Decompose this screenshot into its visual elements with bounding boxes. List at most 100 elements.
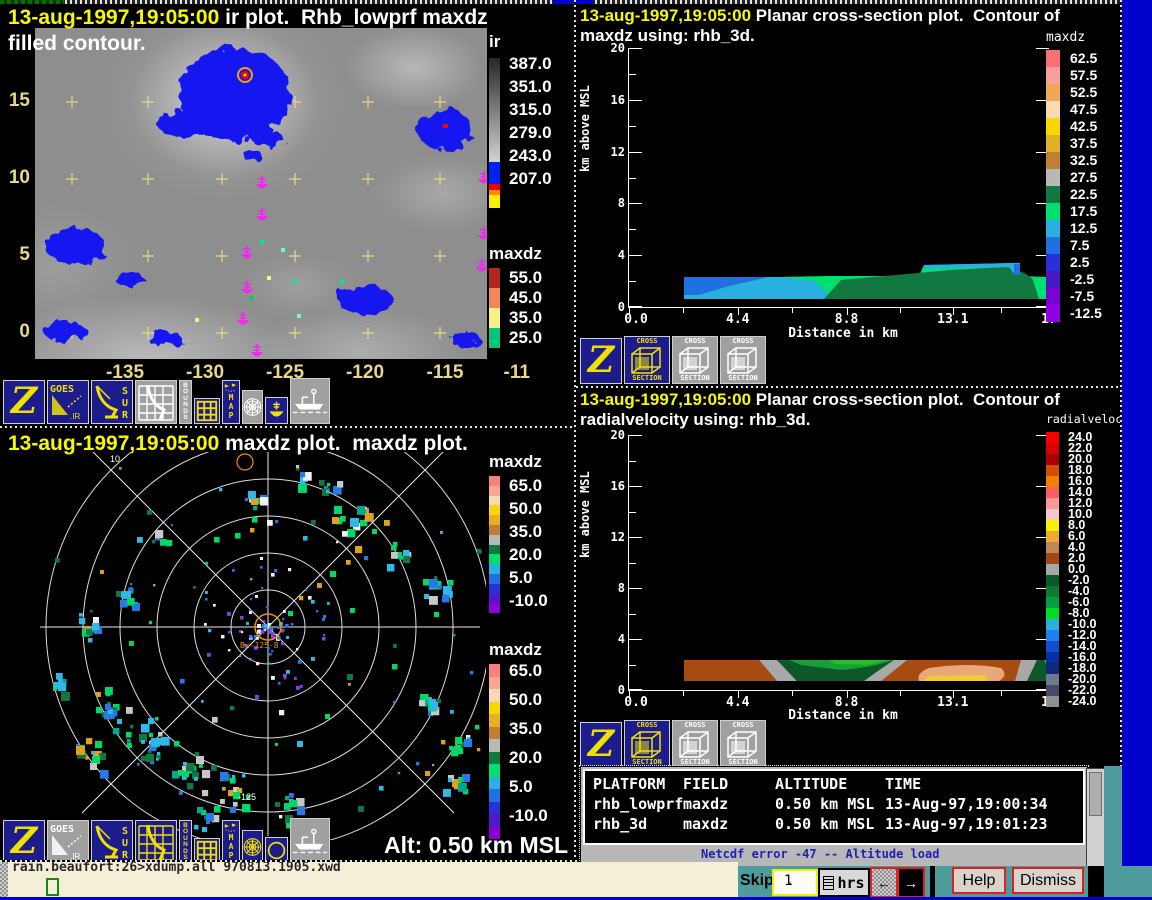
- buoy-marker: [478, 227, 487, 240]
- bounds-button[interactable]: B O U N D S: [179, 380, 192, 424]
- cross-section-button-label-top: CROSS: [684, 338, 705, 345]
- latitude-tick-label: 0: [4, 321, 30, 343]
- satellite-image[interactable]: [35, 28, 487, 359]
- y-axis-tick: [629, 255, 642, 256]
- colorbar-segment: [489, 554, 500, 564]
- colorbar-tick-label: 20.0: [509, 748, 542, 768]
- status-window: PLATFORMFIELDALTITUDETIMErhb_lowprfmaxdz…: [580, 766, 1088, 870]
- colorbar-segment: [1046, 454, 1059, 465]
- cross-section-button[interactable]: CROSSSECTION: [720, 720, 766, 768]
- y-axis-minor-tick: [629, 614, 636, 615]
- zebra-button[interactable]: Z: [580, 722, 622, 768]
- colorbar-tick-label: 279.0: [509, 123, 552, 143]
- colorbar-segment: [1046, 608, 1059, 619]
- polar-button[interactable]: [242, 390, 263, 424]
- xsec-maxdz-plot[interactable]: 2016128400.04.48.813.117: [628, 48, 1049, 308]
- colorbar-segment: [1046, 652, 1059, 663]
- colorbar-tick-label: 52.5: [1070, 84, 1097, 100]
- divider-vertical: [574, 0, 576, 866]
- radar-ppi-display[interactable]: Bx-125-810-125: [0, 452, 486, 840]
- svg-text:S: S: [122, 386, 128, 397]
- colorbar-scale: [1046, 432, 1059, 707]
- terminal-window[interactable]: rain.beaufort:26>xdump.all 970813.1905.x…: [8, 862, 738, 898]
- y-axis-minor-tick: [629, 178, 636, 179]
- cross-section-button-label-top: CROSS: [636, 722, 657, 729]
- altitude-readout: Alt: 0.50 km MSL: [330, 832, 568, 859]
- goes-button[interactable]: GOES.IR: [47, 820, 89, 864]
- help-button[interactable]: Help: [952, 867, 1006, 894]
- map-button[interactable]: MAP: [222, 820, 240, 864]
- colorbar-segment: [489, 677, 500, 690]
- goes-button[interactable]: GOES.IR: [47, 380, 89, 424]
- y-axis-minor-tick: [629, 74, 636, 75]
- polar-button[interactable]: [242, 830, 263, 864]
- colorbar-segment: [1046, 498, 1059, 509]
- sur-button[interactable]: SUR: [91, 380, 133, 424]
- map-button[interactable]: MAP: [222, 380, 240, 424]
- xsec-velocity-timestamp: 13-aug-1997,19:05:00: [580, 390, 751, 409]
- colorbar-segment: [1046, 237, 1060, 254]
- gridsmall-button[interactable]: [194, 398, 220, 424]
- step-back-button[interactable]: ←: [870, 867, 898, 898]
- colorbar-segment: [489, 564, 500, 574]
- svg-text:A: A: [229, 402, 234, 411]
- status-table-row: 0.50 km MSL: [775, 795, 874, 813]
- colorbar-segment: [489, 486, 500, 496]
- terminal-cursor: [46, 878, 59, 896]
- y-axis-tick-label: 12: [603, 530, 625, 544]
- colorbar-segment: [489, 664, 500, 677]
- xsec-velocity-title: 13-aug-1997,19:05:00 Planar cross-sectio…: [580, 390, 1060, 410]
- dismiss-button[interactable]: Dismiss: [1012, 867, 1084, 894]
- cross-section-button-label-bottom: SECTION: [728, 375, 758, 382]
- colorbar-tick-label: 35.0: [509, 719, 542, 739]
- longitude-line-label: -125: [238, 792, 256, 802]
- zebra-button[interactable]: Z: [3, 820, 45, 864]
- colorbar-segment: [1046, 663, 1059, 674]
- sur-button[interactable]: SUR: [91, 820, 133, 864]
- ship-button[interactable]: [290, 378, 330, 424]
- buoy-button[interactable]: [265, 397, 288, 424]
- cross-section-button[interactable]: CROSSSECTION: [624, 720, 670, 768]
- status-scrollbar[interactable]: [1086, 768, 1106, 870]
- svg-text:Z: Z: [9, 821, 39, 862]
- colorbar-segment: [1046, 169, 1060, 186]
- step-forward-button[interactable]: →: [897, 867, 925, 898]
- buoy-marker: [241, 281, 253, 294]
- ship-button[interactable]: [290, 818, 330, 864]
- colorbar-segment: [489, 574, 500, 584]
- y-axis-tick: [629, 537, 642, 538]
- radargrid-button[interactable]: [135, 820, 177, 864]
- cross-section-button[interactable]: CROSSSECTION: [672, 720, 718, 768]
- colorbar-tick-label: 50.0: [509, 499, 542, 519]
- status-scrollbar-thumb[interactable]: [1089, 772, 1102, 816]
- radargrid-button[interactable]: [135, 380, 177, 424]
- colorbar-tick-label: 243.0: [509, 146, 552, 166]
- skip-input[interactable]: 1 ^: [772, 869, 818, 896]
- cube-icon: [723, 345, 763, 375]
- cross-section-button-label-top: CROSS: [732, 338, 753, 345]
- bounds-button[interactable]: B O U N D S: [179, 820, 192, 864]
- zebra-button[interactable]: Z: [3, 380, 45, 424]
- xsec-velocity-toolbar: ZCROSSSECTIONCROSSSECTIONCROSSSECTION: [580, 718, 766, 768]
- svg-text:GOES: GOES: [50, 824, 74, 835]
- colorbar-tick-label: 17.5: [1070, 203, 1097, 219]
- colorbar-label: maxdz: [1046, 30, 1085, 45]
- colorbar-segment: [489, 496, 500, 506]
- hrs-button[interactable]: hrs: [818, 868, 870, 897]
- status-table-row: maxdz: [683, 815, 728, 833]
- cross-section-button[interactable]: CROSSSECTION: [624, 336, 670, 384]
- cross-section-button[interactable]: CROSSSECTION: [672, 336, 718, 384]
- colorbar-segment: [489, 58, 500, 162]
- colorbar-segment: [1046, 553, 1059, 564]
- svg-text:U: U: [122, 838, 128, 849]
- colorbar-segment: [1046, 443, 1059, 454]
- xsec-velocity-plot[interactable]: 2016128400.04.48.813.117: [628, 435, 1049, 691]
- zebra-button[interactable]: Z: [580, 338, 622, 384]
- colorbar-segment: [1046, 630, 1059, 641]
- ir-toolbar: ZGOES.IRSUR B O U N D S MAP: [3, 376, 330, 424]
- colorbar-tick-label: 27.5: [1070, 169, 1097, 185]
- cross-section-button[interactable]: CROSS SECTION: [720, 336, 766, 384]
- buoy-marker: [256, 176, 268, 189]
- x-axis-tick-label: 0.0: [624, 695, 647, 710]
- colorbar-segment: [489, 328, 500, 348]
